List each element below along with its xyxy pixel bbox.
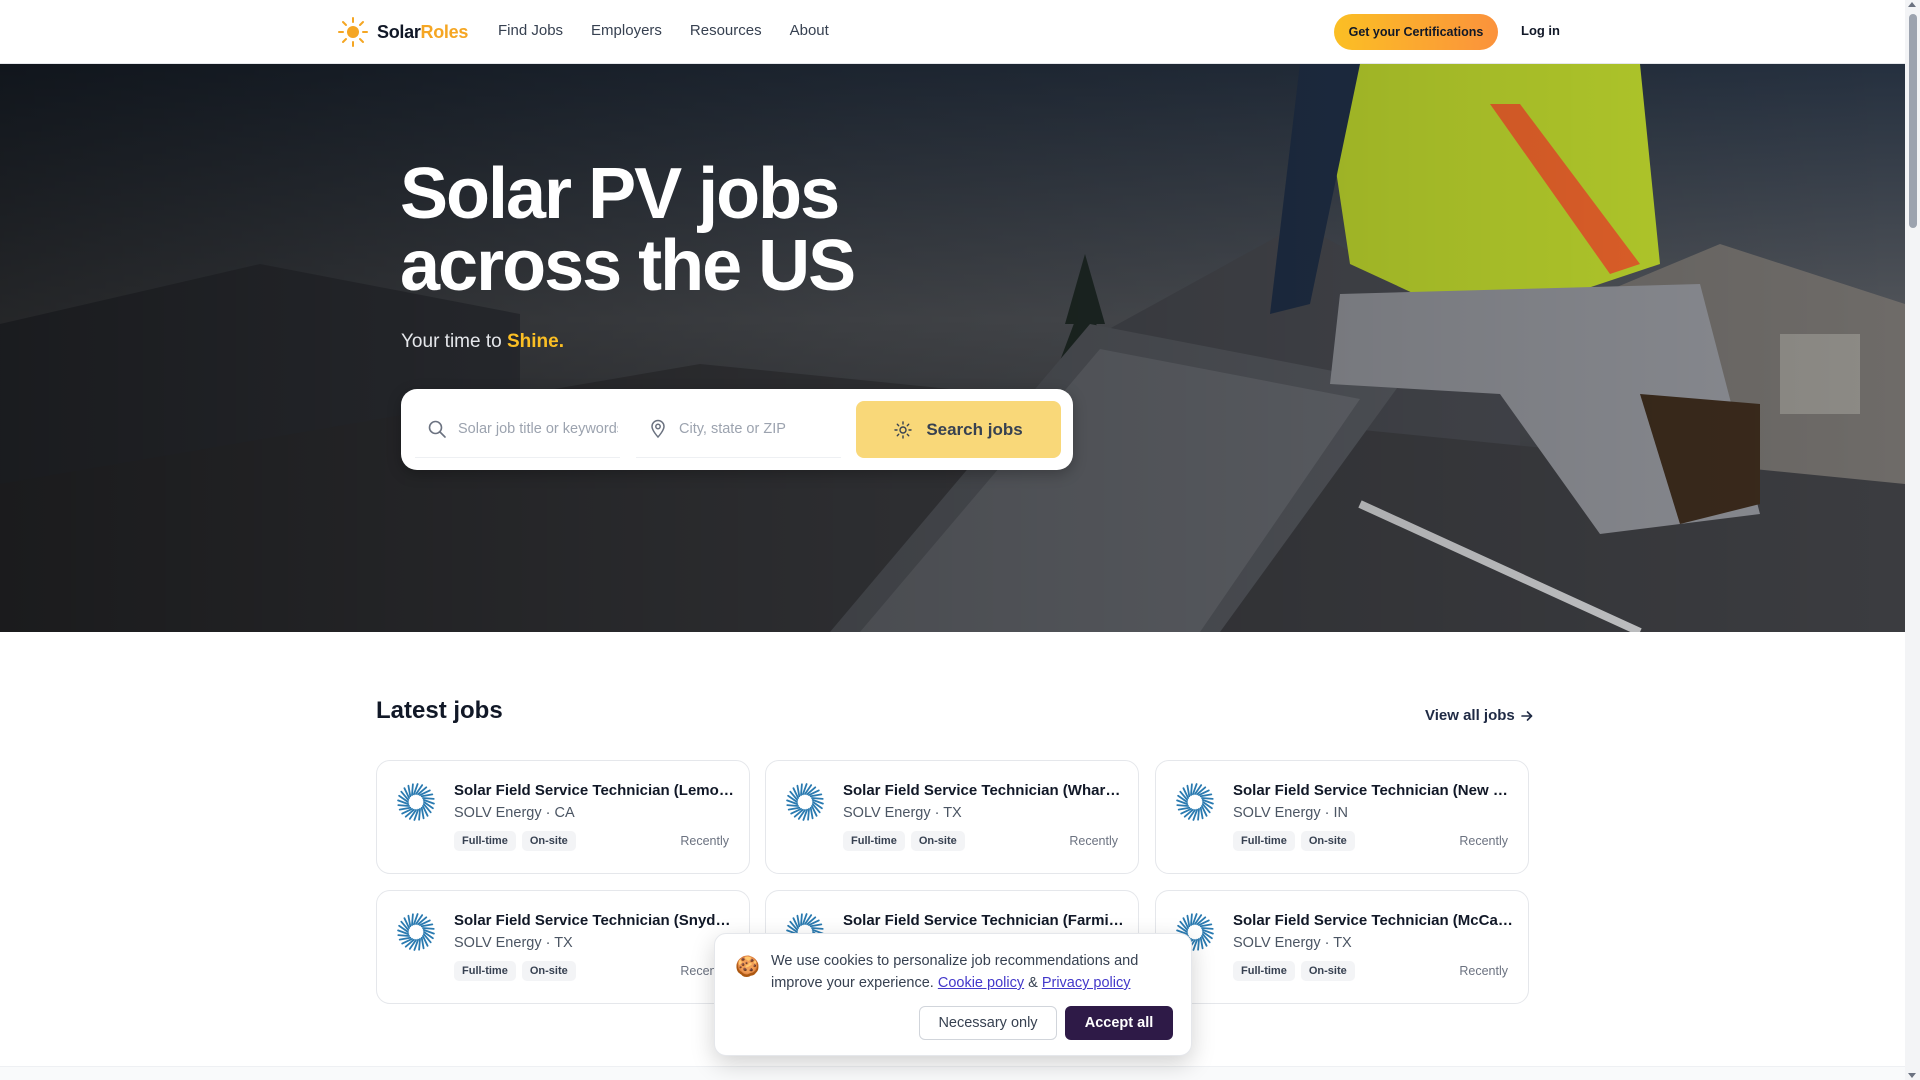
- company-logo-icon: [786, 783, 824, 821]
- job-title[interactable]: Solar Field Service Technician (Lemoore,…: [454, 782, 736, 799]
- job-title[interactable]: Solar Field Service Technician (Snyder, …: [454, 912, 736, 929]
- location-pin-icon: [651, 419, 665, 439]
- job-tags: Full-timeOn-site: [454, 961, 576, 981]
- job-company-location: SOLV Energy · TX: [1233, 935, 1352, 951]
- latest-jobs-heading: Latest jobs: [376, 697, 503, 724]
- job-posted-time: Recently: [680, 834, 729, 848]
- company-logo-icon: [397, 913, 435, 951]
- job-card[interactable]: Solar Field Service Technician (Lemoore,…: [376, 760, 750, 874]
- job-tag: Full-time: [1233, 831, 1295, 851]
- logo-text-part2: Roles: [420, 21, 469, 42]
- job-card[interactable]: Solar Field Service Technician (Wharton,…: [765, 760, 1139, 874]
- cookie-banner: 🍪 We use cookies to personalize job reco…: [714, 933, 1192, 1056]
- view-all-jobs-label: View all jobs: [1425, 707, 1515, 724]
- job-company-location: SOLV Energy · TX: [843, 805, 962, 821]
- hero-subtitle-highlight: Shine.: [506, 331, 564, 352]
- sun-icon: [338, 17, 368, 47]
- job-tag: On-site: [1300, 961, 1355, 981]
- job-card[interactable]: Solar Field Service Technician (Snyder, …: [376, 890, 750, 1004]
- hero-title-line-2: across the US: [400, 226, 856, 306]
- logo-text: SolarRoles: [377, 22, 468, 43]
- company-logo-icon: [397, 783, 435, 821]
- scroll-down-arrow-icon[interactable]: [1908, 1073, 1916, 1078]
- hero-background-image: [0, 64, 1905, 632]
- hero-subtitle: Your time to Shine.: [401, 331, 564, 353]
- privacy-policy-link[interactable]: Privacy policy: [1042, 975, 1131, 991]
- job-tag: On-site: [521, 961, 576, 981]
- job-company-location: SOLV Energy · TX: [454, 935, 573, 951]
- job-title[interactable]: Solar Field Service Technician (McCamey,…: [1233, 912, 1515, 929]
- search-icon: [428, 420, 446, 438]
- job-tags: Full-timeOn-site: [843, 831, 965, 851]
- job-title[interactable]: Solar Field Service Technician (New Carl…: [1233, 782, 1515, 799]
- nav-find-jobs[interactable]: Find Jobs: [498, 22, 563, 39]
- job-tag: Full-time: [454, 831, 516, 851]
- cookie-ampersand: &: [1028, 975, 1038, 991]
- hero-section: Solar PV jobs across the US Your time to…: [0, 64, 1905, 632]
- accept-all-button[interactable]: Accept all: [1065, 1006, 1173, 1040]
- nav-resources[interactable]: Resources: [690, 22, 762, 39]
- job-title[interactable]: Solar Field Service Technician (Farmingt…: [843, 912, 1125, 929]
- hero-subtitle-prefix: Your time to: [401, 331, 507, 352]
- search-jobs-button[interactable]: Search jobs: [856, 401, 1061, 458]
- job-tags: Full-timeOn-site: [1233, 961, 1355, 981]
- cookie-text: We use cookies to personalize job recomm…: [771, 950, 1171, 994]
- necessary-only-button[interactable]: Necessary only: [919, 1006, 1057, 1040]
- job-title[interactable]: Solar Field Service Technician (Wharton,…: [843, 782, 1125, 799]
- keyword-field: [415, 401, 620, 458]
- location-input[interactable]: [679, 421, 839, 437]
- job-posted-time: Recently: [1069, 834, 1118, 848]
- keyword-input[interactable]: [458, 421, 618, 437]
- job-tag: Full-time: [843, 831, 905, 851]
- job-company-location: SOLV Energy · IN: [1233, 805, 1348, 821]
- page-scrollbar[interactable]: [1905, 0, 1920, 1080]
- job-tag: Full-time: [454, 961, 516, 981]
- sun-icon: [894, 420, 913, 439]
- job-posted-time: Recently: [1459, 834, 1508, 848]
- footer-edge: [0, 1066, 1905, 1080]
- hero-title-line-1: Solar PV jobs: [400, 154, 840, 234]
- job-tags: Full-timeOn-site: [454, 831, 576, 851]
- nav-employers[interactable]: Employers: [591, 22, 662, 39]
- arrow-right-icon: [1520, 710, 1533, 721]
- location-field: [636, 401, 841, 458]
- site-header: SolarRoles Find Jobs Employers Resources…: [0, 0, 1905, 64]
- nav-about[interactable]: About: [790, 22, 829, 39]
- company-logo-icon: [1176, 783, 1214, 821]
- hero-title: Solar PV jobs across the US: [400, 154, 856, 306]
- job-card[interactable]: Solar Field Service Technician (New Carl…: [1155, 760, 1529, 874]
- scrollbar-thumb[interactable]: [1909, 14, 1917, 228]
- scroll-up-arrow-icon[interactable]: [1908, 2, 1916, 7]
- view-all-jobs-link[interactable]: View all jobs: [1425, 707, 1533, 724]
- job-tag: On-site: [521, 831, 576, 851]
- job-search-form: Search jobs: [401, 389, 1073, 470]
- job-posted-time: Recently: [1459, 964, 1508, 978]
- job-tags: Full-timeOn-site: [1233, 831, 1355, 851]
- login-link[interactable]: Log in: [1521, 23, 1560, 38]
- cookie-icon: 🍪: [735, 956, 760, 978]
- job-card[interactable]: Solar Field Service Technician (McCamey,…: [1155, 890, 1529, 1004]
- job-tag: On-site: [910, 831, 965, 851]
- get-certifications-button[interactable]: Get your Certifications: [1334, 14, 1498, 50]
- cookie-policy-link[interactable]: Cookie policy: [938, 975, 1024, 991]
- search-jobs-label: Search jobs: [926, 419, 1023, 439]
- job-tag: On-site: [1300, 831, 1355, 851]
- main-nav: Find Jobs Employers Resources About: [498, 22, 829, 39]
- job-tag: Full-time: [1233, 961, 1295, 981]
- job-company-location: SOLV Energy · CA: [454, 805, 575, 821]
- site-logo[interactable]: SolarRoles: [337, 16, 468, 48]
- logo-text-part1: Solar: [377, 21, 421, 42]
